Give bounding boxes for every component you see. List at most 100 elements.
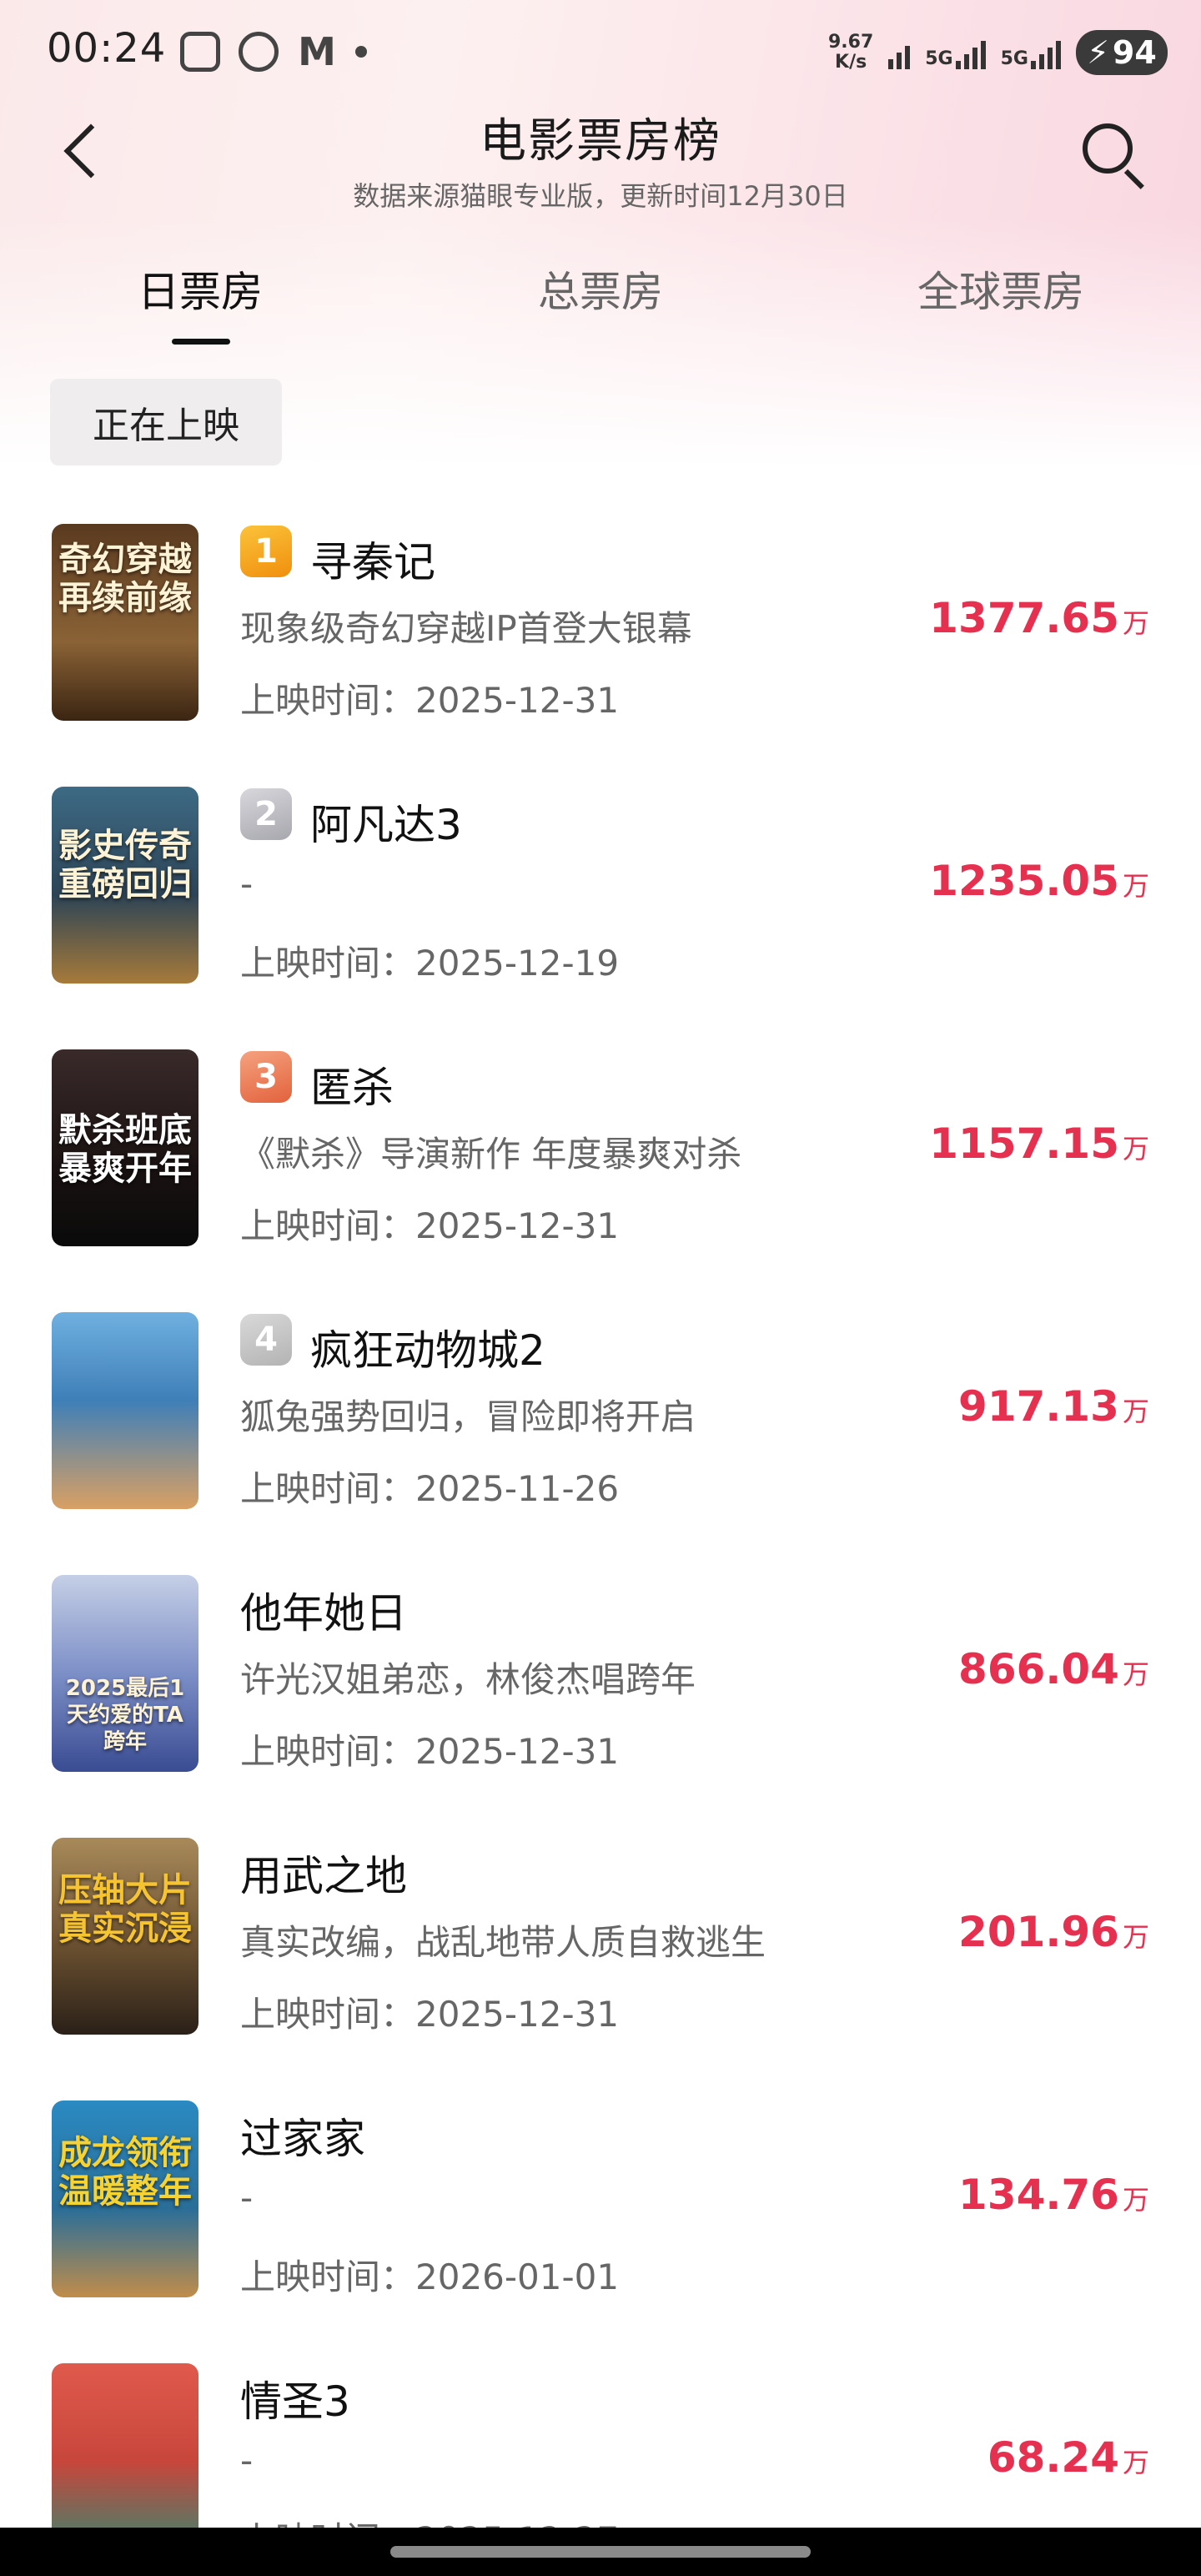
box-office-value: 134.76 万 (958, 2171, 1149, 2219)
rank-badge: 2 (240, 788, 292, 840)
box-office-value: 201.96 万 (958, 1908, 1149, 1956)
network-speed: 9.67 K/s (828, 33, 873, 73)
poster-caption: 2025最后1天约爱的TA跨年 (65, 1676, 185, 1754)
movie-row-3[interactable]: 默杀班底暴爽开年 3 匿杀 《默杀》导演新作 年度暴爽对杀 上映时间：2025-… (0, 1043, 1201, 1306)
box-office-unit: 万 (1122, 1396, 1149, 1427)
tab-total-box-office[interactable]: 总票房 (467, 259, 734, 319)
movie-description: - (240, 863, 254, 904)
search-icon (1083, 123, 1133, 174)
scan-icon (180, 32, 220, 72)
movie-poster[interactable]: 2025最后1天约爱的TA跨年 (52, 1575, 198, 1772)
movie-row-4[interactable]: 4 疯狂动物城2 狐兔强势回归，冒险即将开启 上映时间：2025-11-26 9… (0, 1306, 1201, 1568)
release-date: 上映时间：2026-01-01 (240, 2257, 620, 2297)
battery-level: 94 (1112, 34, 1157, 71)
box-office-value: 1377.65 万 (929, 594, 1149, 642)
more-notifications-icon (355, 46, 367, 58)
movie-title: 他年她日 (240, 1589, 407, 1638)
box-office-unit: 万 (1122, 1133, 1149, 1165)
rank-badge: 1 (240, 526, 292, 577)
movie-poster[interactable]: 影史传奇重磅回归 (52, 787, 198, 984)
box-office-unit: 万 (1122, 2447, 1149, 2478)
movie-description: - (240, 2177, 254, 2218)
movie-description: 真实改编，战乱地带人质自救逃生 (240, 1922, 766, 1963)
poster-caption: 成龙领衔温暖整年 (58, 2134, 192, 2211)
movie-row-7[interactable]: 成龙领衔温暖整年 过家家 - 上映时间：2026-01-01 134.76 万 (0, 2094, 1201, 2357)
box-office-number: 1235.05 (929, 857, 1119, 905)
poster-caption: 奇幻穿越再续前缘 (58, 541, 192, 617)
box-office-number: 917.13 (958, 1382, 1119, 1431)
search-icon-handle (1123, 169, 1144, 189)
network-speed-value: 9.67 (827, 32, 874, 53)
box-office-number: 1377.65 (929, 594, 1119, 642)
now-showing-filter[interactable]: 正在上映 (50, 379, 282, 465)
movie-poster[interactable]: 成龙领衔温暖整年 (52, 2101, 198, 2297)
rank-badge: 4 (240, 1314, 292, 1366)
movie-title: 寻秦记 (310, 538, 435, 586)
movie-poster[interactable]: 默杀班底暴爽开年 (52, 1049, 198, 1246)
release-date: 上映时间：2025-12-31 (240, 680, 620, 721)
search-button[interactable] (1076, 117, 1151, 192)
status-bar: 00:24 M 9.67 K/s 5G 5G ⚡ 94 (0, 0, 1201, 108)
movie-title: 情圣3 (240, 2377, 350, 2426)
compass-icon (239, 32, 279, 72)
box-office-unit: 万 (1122, 2184, 1149, 2216)
movie-title: 过家家 (240, 2115, 365, 2163)
box-office-number: 1157.15 (929, 1119, 1119, 1168)
poster-caption: 默杀班底暴爽开年 (58, 1111, 192, 1188)
movie-poster[interactable] (52, 1312, 198, 1509)
movie-description: 现象级奇幻穿越IP首登大银幕 (240, 608, 692, 649)
release-date: 上映时间：2025-12-19 (240, 943, 620, 984)
movie-poster[interactable]: 奇幻穿越再续前缘 (52, 524, 198, 721)
notification-icons: M (180, 32, 367, 72)
box-office-value: 1157.15 万 (929, 1119, 1149, 1168)
tab-bar: 日票房 总票房 全球票房 (0, 250, 1201, 350)
system-navigation-bar (0, 2528, 1201, 2576)
box-office-value: 866.04 万 (958, 1645, 1149, 1693)
movie-row-5[interactable]: 2025最后1天约爱的TA跨年 他年她日 许光汉姐弟恋，林俊杰唱跨年 上映时间：… (0, 1568, 1201, 1831)
release-date: 上映时间：2025-12-31 (240, 1731, 620, 1772)
active-tab-indicator (172, 339, 230, 345)
home-gesture-handle[interactable] (390, 2546, 811, 2558)
rank-badge: 3 (240, 1051, 292, 1103)
movie-row-1[interactable]: 奇幻穿越再续前缘 1 寻秦记 现象级奇幻穿越IP首登大银幕 上映时间：2025-… (0, 517, 1201, 780)
system-indicators: 9.67 K/s 5G 5G ⚡ 94 (828, 30, 1168, 75)
movie-description: 狐兔强势回归，冒险即将开启 (240, 1396, 696, 1437)
box-office-unit: 万 (1122, 1921, 1149, 1953)
box-office-value: 917.13 万 (958, 1382, 1149, 1431)
movie-row-6[interactable]: 压轴大片真实沉浸 用武之地 真实改编，战乱地带人质自救逃生 上映时间：2025-… (0, 1831, 1201, 2094)
tab-global-box-office[interactable]: 全球票房 (867, 259, 1134, 319)
page-title: 电影票房榜 (480, 114, 721, 169)
page-subtitle: 数据来源猫眼专业版，更新时间12月30日 (353, 180, 848, 212)
box-office-number: 201.96 (958, 1908, 1119, 1956)
movie-description: 《默杀》导演新作 年度暴爽对杀 (240, 1134, 742, 1175)
signal-sim1-icon: 5G (925, 36, 986, 69)
movie-title: 疯狂动物城2 (310, 1326, 545, 1375)
release-date: 上映时间：2025-12-31 (240, 1205, 620, 1246)
movie-row-2[interactable]: 影史传奇重磅回归 2 阿凡达3 - 上映时间：2025-12-19 1235.0… (0, 780, 1201, 1043)
box-office-unit: 万 (1122, 1658, 1149, 1690)
clock: 00:24 (47, 25, 167, 72)
box-office-unit: 万 (1122, 607, 1149, 639)
box-office-number: 134.76 (958, 2171, 1119, 2219)
poster-caption: 影史传奇重磅回归 (58, 827, 192, 903)
tab-daily-box-office[interactable]: 日票房 (67, 259, 334, 319)
movie-title: 阿凡达3 (310, 801, 462, 849)
gmail-icon: M (298, 29, 336, 74)
wifi-icon (888, 36, 911, 69)
movie-description: - (240, 2440, 254, 2481)
sim2-label: 5G (1000, 48, 1028, 69)
box-office-value: 68.24 万 (987, 2433, 1149, 2482)
box-office-unit: 万 (1122, 870, 1149, 902)
box-office-number: 866.04 (958, 1645, 1119, 1693)
network-speed-unit: K/s (835, 52, 867, 73)
release-date: 上映时间：2025-11-26 (240, 1468, 620, 1509)
charging-icon: ⚡ (1087, 34, 1109, 71)
poster-caption: 压轴大片真实沉浸 (58, 1871, 192, 1948)
movie-poster[interactable]: 压轴大片真实沉浸 (52, 1838, 198, 2035)
movie-title: 用武之地 (240, 1852, 407, 1900)
box-office-number: 68.24 (987, 2433, 1119, 2482)
sim1-label: 5G (925, 48, 953, 69)
movie-title: 匿杀 (310, 1064, 394, 1112)
box-office-value: 1235.05 万 (929, 857, 1149, 905)
movie-description: 许光汉姐弟恋，林俊杰唱跨年 (240, 1659, 696, 1700)
